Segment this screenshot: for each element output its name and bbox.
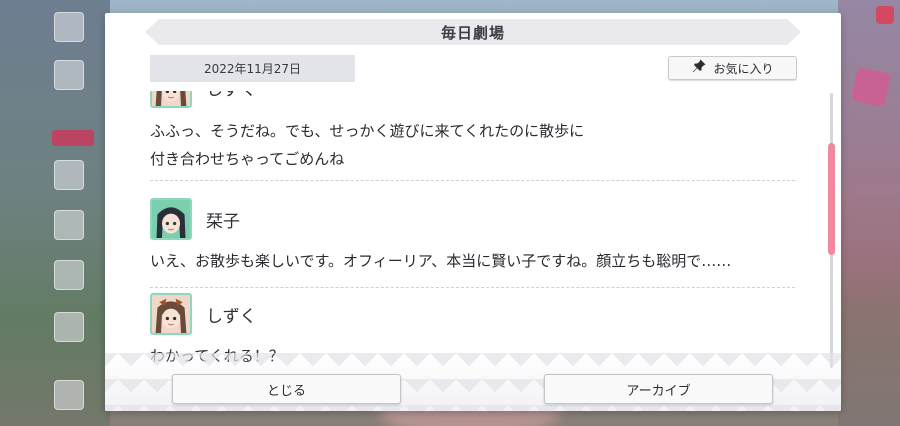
shizuku-avatar-icon <box>150 293 192 335</box>
right-side-panel <box>838 0 900 426</box>
notification-banner <box>52 130 94 146</box>
dialog-title: 毎日劇場 <box>440 23 505 42</box>
event-icon[interactable] <box>850 66 892 108</box>
date-text: 2022年11月27日 <box>203 62 302 76</box>
shizuku-avatar-icon <box>150 91 192 108</box>
close-button[interactable]: とじる <box>172 374 401 404</box>
dialogue-scroll-area[interactable]: しずく ふふっ、そうだね。でも、せっかく遊びに来てくれたのに散歩に 付き合わせち… <box>150 91 798 369</box>
speaker-name: しずく <box>206 306 257 327</box>
dialog-title-bar: 毎日劇場 <box>145 19 801 45</box>
hamburger-menu-icon[interactable] <box>54 12 84 42</box>
dialogue-line: いえ、お散歩も楽しいです。オフィーリア、本当に賢い子ですね。顔立ちも聡明で…… <box>150 252 732 270</box>
date-label-box: 2022年11月27日 <box>150 55 355 82</box>
expand-icon[interactable] <box>54 312 84 342</box>
favorite-button[interactable]: お気に入り <box>668 56 797 80</box>
dialogue-entry: しずく ふふっ、そうだね。でも、せっかく遊びに来てくれたのに散歩に 付き合わせち… <box>150 91 795 181</box>
dialogue-entry: 栞子 いえ、お散歩も楽しいです。オフィーリア、本当に賢い子ですね。顔立ちも聡明で… <box>150 195 795 288</box>
gift-icon[interactable] <box>54 160 84 190</box>
dialogue-line: 付き合わせちゃってごめんね <box>150 150 345 168</box>
trophy-icon[interactable] <box>54 260 84 290</box>
profile-icon[interactable] <box>54 380 84 410</box>
chat-icon[interactable] <box>54 60 84 90</box>
pin-icon <box>691 58 707 78</box>
speaker-name: しずく <box>206 91 257 100</box>
close-icon[interactable] <box>876 6 894 24</box>
archive-button[interactable]: アーカイブ <box>544 374 773 404</box>
daily-theater-dialog: 毎日劇場 2022年11月27日 お気に入り ふふっ、そうだね。でも、せっかく遊… <box>105 13 841 411</box>
scrollbar-thumb[interactable] <box>828 143 835 255</box>
speaker-name: 栞子 <box>206 211 240 232</box>
message-icon[interactable] <box>54 210 84 240</box>
dialogue-line: ふふっ、そうだね。でも、せっかく遊びに来てくれたのに散歩に <box>150 122 585 140</box>
favorite-label: お気に入り <box>713 61 774 76</box>
shioriko-avatar-icon <box>150 198 192 240</box>
